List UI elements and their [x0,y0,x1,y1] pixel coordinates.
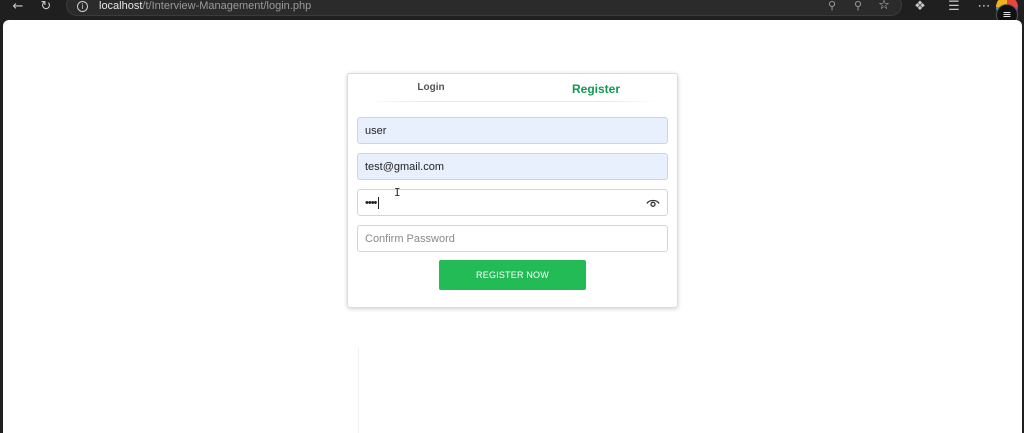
star-icon[interactable]: ☆ [877,0,891,13]
key-icon[interactable]: ⚲ [825,0,839,13]
page-viewport: Login Register •••• REGISTER NOW [3,20,1022,433]
url-path: /t/Interview-Management/login.php [142,0,312,12]
email-field[interactable] [357,153,668,180]
register-now-button[interactable]: REGISTER NOW [439,260,586,290]
password-masked-value: •••• [365,197,377,209]
zoom-icon[interactable]: ⚲ [851,0,865,13]
confirm-password-input[interactable] [358,226,667,251]
browser-toolbar: ← ↻ i localhost/t/Interview-Management/l… [0,0,1024,26]
confirm-password-field[interactable] [357,225,668,252]
tab-divider [368,101,658,102]
text-cursor-icon: I [394,186,401,199]
url-text[interactable]: localhost/t/Interview-Management/login.p… [99,0,311,12]
eye-icon[interactable] [646,198,660,209]
tab-login[interactable]: Login [348,82,514,93]
more-icon[interactable]: ⋯ [976,0,992,14]
puzzle-icon[interactable]: ❖ [912,0,928,14]
username-input[interactable] [358,118,667,143]
reload-icon[interactable]: ↻ [38,0,54,14]
address-bar[interactable]: i localhost/t/Interview-Management/login… [66,0,902,16]
back-icon[interactable]: ← [10,0,26,14]
password-field[interactable]: •••• [357,189,668,216]
background-panel [358,348,678,433]
email-input[interactable] [358,154,667,179]
text-caret [378,197,379,209]
tab-register[interactable]: Register [514,82,678,96]
favorites-icon[interactable]: ☰ [946,0,962,14]
info-icon[interactable]: i [77,1,88,12]
username-field[interactable] [357,117,668,144]
url-host: localhost [99,0,143,12]
